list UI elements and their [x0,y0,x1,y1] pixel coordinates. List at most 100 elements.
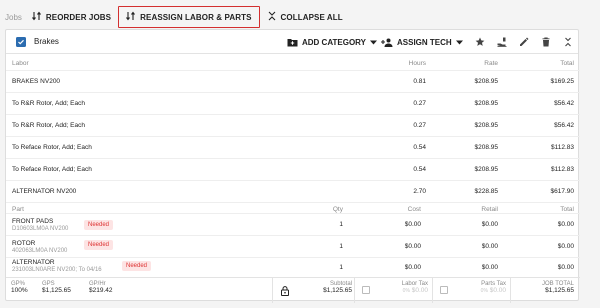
labor-hours: 0.27 [413,100,426,107]
parts-tax: Parts Tax 0% $0.00 [481,281,506,294]
labor-tax-value: $0.00 [411,287,428,294]
tech-hand-icon[interactable] [497,37,507,47]
job-total-value: $1,125.65 [545,287,574,294]
gp-percent-value: 100% [11,287,28,294]
part-retail: $0.00 [481,264,498,271]
labor-rate: $208.95 [474,144,499,151]
reorder-jobs-button[interactable]: REORDER JOBS [28,6,115,28]
gps: GPS $1,125.65 [42,281,71,294]
part-number: 231003LN0ARE NV200; To 04/16 [12,266,102,273]
labor-hours: 0.27 [413,122,426,129]
labor-row[interactable]: To Reface Rotor, Add; Each 0.54 $208.95 … [6,158,580,180]
job-select-checkbox[interactable] [16,36,26,47]
gps-value: $1,125.65 [42,287,71,294]
labor-hours: 0.81 [413,78,426,85]
part-total: $0.00 [557,264,574,271]
labor-total: $56.42 [554,122,574,129]
reorder-jobs-label: REORDER JOBS [45,12,112,22]
labor-hours: 0.54 [413,166,426,173]
reassign-labor-parts-label: REASSIGN LABOR & PARTS [140,12,252,22]
part-cost: $0.00 [404,221,421,228]
labor-rate: $228.85 [474,188,499,195]
labor-row[interactable]: BRAKES NV200 0.81 $208.95 $169.25 [6,70,580,92]
part-row[interactable]: ALTERNATOR 231003LN0ARE NV200; To 04/16 … [6,257,580,277]
part-name: ALTERNATOR [12,259,55,266]
subtotal-value: $1,125.65 [323,287,352,294]
labor-total: $112.83 [550,144,574,151]
labor-name: To R&R Rotor, Add; Each [12,100,85,107]
labor-total: $56.42 [554,100,574,107]
reorder-icon [31,11,42,23]
needed-badge: Needed [84,240,114,250]
reassign-labor-parts-button[interactable]: REASSIGN LABOR & PARTS [118,6,260,28]
labor-name: To Reface Rotor, Add; Each [12,144,92,151]
add-folder-icon [287,38,298,46]
needed-badge: Needed [84,220,114,230]
part-total: $0.00 [557,243,574,250]
labor-row[interactable]: ALTERNATOR NV200 2.70 $228.85 $617.90 [6,180,580,202]
reassign-icon [126,11,136,23]
part-number: 402063LM0A NV200 [12,247,68,254]
chevron-down-icon [455,40,463,44]
collapse-all-icon [267,11,277,23]
labor-header-rate: Rate [484,59,498,67]
part-name: FRONT PADS [12,218,54,225]
labor-row[interactable]: To R&R Rotor, Add; Each 0.27 $208.95 $56… [6,92,580,114]
part-name-block: FRONT PADS D10603LM0A NV200 [12,218,68,233]
part-cost: $0.00 [404,243,421,250]
assign-tech-button[interactable]: ASSIGN TECH [381,30,463,54]
labor-row[interactable]: To Reface Rotor, Add; Each 0.54 $208.95 … [6,136,580,158]
labor-rate: $208.95 [474,166,499,173]
part-number: D10603LM0A NV200 [12,225,69,232]
divider [432,278,433,303]
star-icon[interactable] [475,37,485,47]
parts-tax-checkbox[interactable] [440,286,448,294]
gp-per-hour-value: $219.42 [89,287,113,294]
labor-rate: $208.95 [474,122,499,129]
labor-header-total: Total [560,59,574,67]
job-totals-footer: GP% 100% GPS $1,125.65 GP/Hr $219.42 Sub… [6,277,580,303]
part-name-block: ROTOR 402063LM0A NV200 [12,240,67,255]
assign-tech-label: ASSIGN TECH [397,37,452,47]
parts-tax-rate: 0% [480,288,488,294]
subtotal: Subtotal $1,125.65 [323,281,352,294]
part-row[interactable]: FRONT PADS D10603LM0A NV200 Needed 1 $0.… [6,213,580,235]
delete-icon[interactable] [541,37,551,47]
part-cost: $0.00 [404,264,421,271]
labor-row[interactable]: To R&R Rotor, Add; Each 0.27 $208.95 $56… [6,114,580,136]
labor-header-name: Labor [12,59,29,67]
collapse-all-label: COLLAPSE ALL [280,12,343,22]
lock-icon[interactable] [281,286,289,296]
chevron-down-icon [370,40,377,44]
labor-name: To R&R Rotor, Add; Each [12,122,85,129]
add-category-label: ADD CATEGORY [302,37,366,47]
part-row[interactable]: ROTOR 402063LM0A NV200 Needed 1 $0.00 $0… [6,235,580,257]
part-qty: 1 [339,243,343,250]
part-name: ROTOR [12,240,36,247]
labor-rate: $208.95 [474,100,499,107]
collapse-icon[interactable] [563,37,573,47]
jobs-label: Jobs [5,12,22,22]
divider [510,278,511,303]
labor-tax-checkbox[interactable] [362,286,370,294]
part-qty: 1 [339,221,343,228]
part-retail: $0.00 [481,221,498,228]
add-person-icon [381,38,393,47]
labor-name: ALTERNATOR NV200 [12,188,77,195]
edit-icon[interactable] [519,37,529,47]
labor-total: $112.83 [550,166,574,173]
labor-tax: Labor Tax 0% $0.00 [402,281,428,294]
collapse-all-button[interactable]: COLLAPSE ALL [263,6,347,28]
part-name-block: ALTERNATOR 231003LN0ARE NV200; To 04/16 [12,259,102,274]
labor-column-headers: Labor Hours Rate Total [6,56,580,70]
parts-tax-value: $0.00 [489,287,506,294]
job-header: Brakes ADD CATEGORY ASSIGN TECH [6,30,578,54]
job-total: JOB TOTAL $1,125.65 [542,281,574,294]
job-title: Brakes [34,37,59,46]
labor-total: $617.90 [550,188,575,195]
labor-total: $169.25 [550,78,575,85]
labor-rate: $208.95 [474,78,499,85]
gp-percent: GP% 100% [11,281,28,294]
divider [272,278,273,303]
add-category-button[interactable]: ADD CATEGORY [287,30,377,54]
